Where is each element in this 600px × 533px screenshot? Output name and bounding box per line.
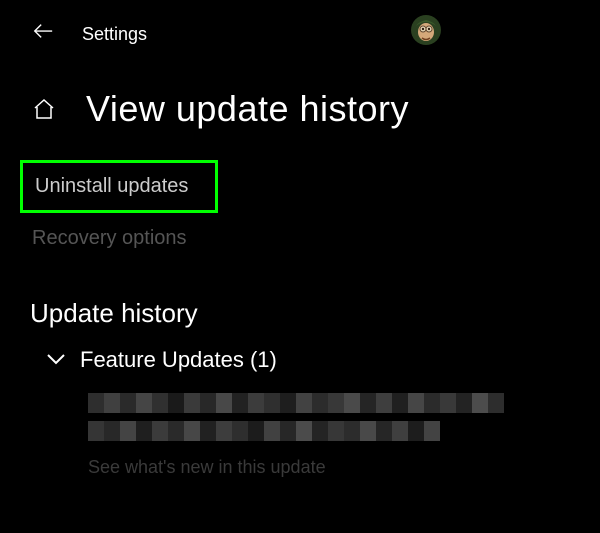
update-history-section: Update history Feature Updates (1): [0, 250, 600, 373]
header-bar: Settings: [0, 0, 600, 50]
recovery-options-link[interactable]: Recovery options: [20, 213, 600, 250]
see-whats-new-link[interactable]: See what's new in this update: [0, 449, 600, 478]
feature-updates-label: Feature Updates (1): [80, 347, 277, 373]
chevron-down-icon: [46, 350, 66, 371]
links-section: Uninstall updates Recovery options: [0, 130, 600, 250]
back-arrow-icon[interactable]: [32, 20, 54, 48]
uninstall-updates-link[interactable]: Uninstall updates: [20, 160, 218, 213]
history-section-title: Update history: [30, 298, 600, 329]
page-heading-row: View update history: [0, 50, 600, 130]
page-title: View update history: [86, 88, 409, 130]
obscured-update-details: [0, 373, 600, 441]
feature-updates-expander[interactable]: Feature Updates (1): [30, 329, 600, 373]
avatar[interactable]: [410, 14, 442, 46]
home-icon[interactable]: [32, 97, 56, 127]
app-title: Settings: [82, 24, 147, 45]
